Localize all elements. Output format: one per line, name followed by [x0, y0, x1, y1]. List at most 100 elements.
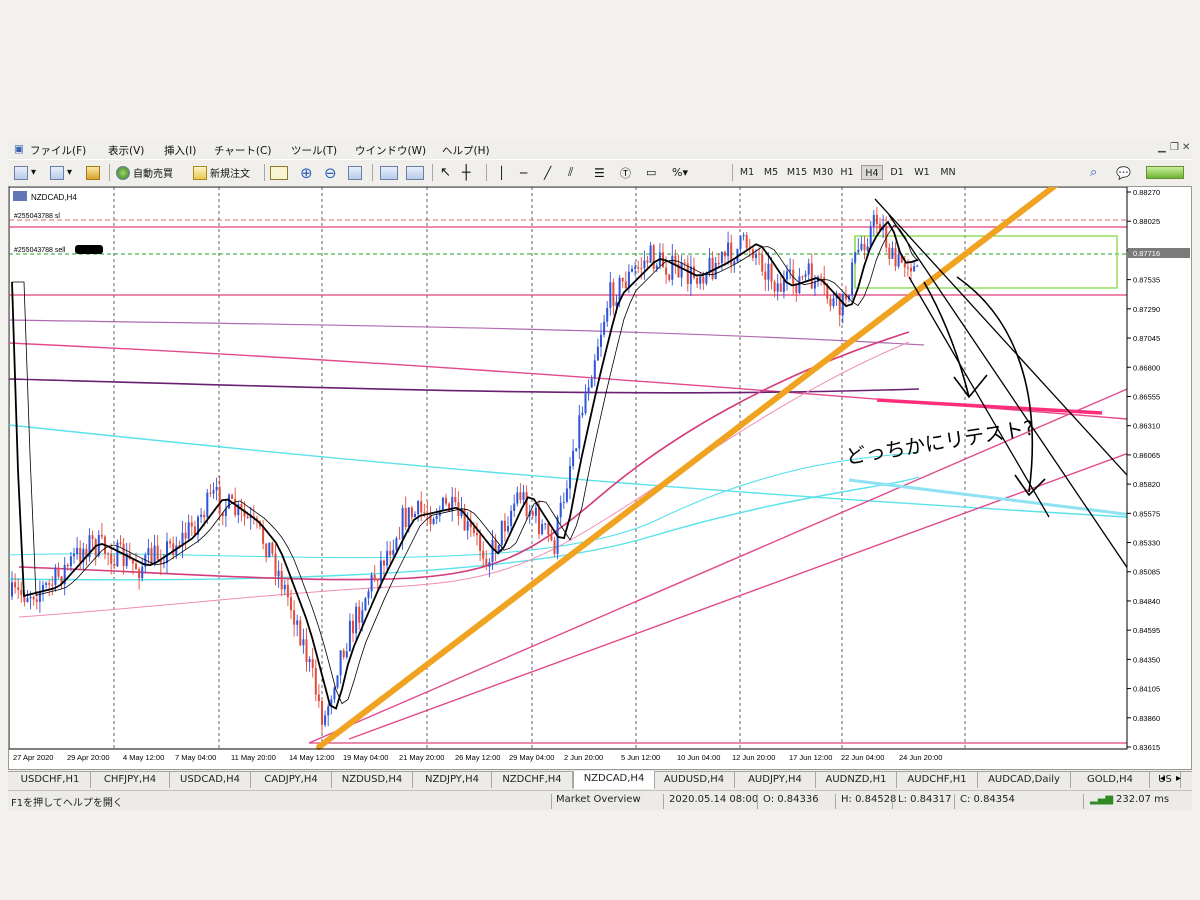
chart-tab-nzdchf-h4[interactable]: NZDCHF,H4: [492, 772, 573, 788]
text-tool-button[interactable]: Ⓣ: [620, 164, 631, 181]
chart-tab-gold-h4[interactable]: GOLD,H4: [1071, 772, 1150, 788]
candle-body-248: [779, 283, 782, 292]
menu-window[interactable]: ウインドウ(W): [355, 143, 426, 158]
candle-body-1: [14, 582, 17, 588]
timeframe-mn[interactable]: MN: [938, 165, 958, 180]
zoom-out-button[interactable]: ⊖: [324, 164, 337, 182]
price-tick-label-0: 0.88270: [1133, 188, 1160, 197]
chart-tab-audnzd-h1[interactable]: AUDNZD,H1: [816, 772, 897, 788]
price-tick-label-13: 0.85085: [1133, 568, 1160, 577]
chart-tab-nzdjpy-h4[interactable]: NZDJPY,H4: [413, 772, 492, 788]
candle-body-102: [327, 706, 330, 716]
candle-body-162: [513, 503, 516, 511]
search-button[interactable]: ⌕: [1090, 164, 1097, 181]
candle-body-67: [218, 486, 221, 513]
candle-body-194: [612, 282, 615, 306]
candle-body-225: [708, 257, 711, 273]
shapes-button[interactable]: %▾: [672, 164, 688, 181]
candle-body-251: [789, 269, 792, 272]
auto-trade-button[interactable]: 自動売買: [116, 164, 173, 181]
profiles-button[interactable]: ▾: [50, 164, 72, 181]
menu-tools[interactable]: ツール(T): [291, 143, 337, 158]
restore-icon[interactable]: ❐: [1170, 142, 1179, 153]
menu-chart[interactable]: チャート(C): [214, 143, 271, 158]
candle-body-131: [417, 501, 420, 515]
crosshair-button[interactable]: ┼: [462, 164, 470, 181]
timeframe-m30[interactable]: M30: [812, 165, 834, 180]
candle-body-64: [209, 492, 212, 494]
channel-button[interactable]: ⫽: [568, 164, 573, 181]
chart-tab-audchf-h1[interactable]: AUDCHF,H1: [897, 772, 978, 788]
new-order-button[interactable]: 新規注文: [193, 164, 250, 181]
minimize-icon[interactable]: ▁: [1158, 142, 1166, 153]
connection-button[interactable]: [1146, 164, 1184, 181]
timeframe-m1[interactable]: M1: [738, 165, 756, 180]
chart-tab-chfjpy-h4[interactable]: CHFJPY,H4: [91, 772, 170, 788]
candle-body-235: [739, 236, 742, 249]
candle-body-204: [643, 260, 646, 269]
vertical-line-button[interactable]: │: [498, 164, 505, 181]
candle-body-181: [572, 450, 575, 466]
candle-body-117: [373, 574, 376, 580]
candle-body-11: [45, 583, 48, 585]
candle-body-227: [714, 263, 717, 280]
bar-chart-button[interactable]: [270, 164, 291, 181]
menu-insert[interactable]: 挿入(I): [164, 143, 196, 158]
candle-body-160: [507, 526, 509, 532]
horizontal-line-button[interactable]: ─: [520, 164, 527, 181]
timeframe-w1[interactable]: W1: [912, 165, 932, 180]
timeframe-m15[interactable]: M15: [786, 165, 808, 180]
text-tool-icon: Ⓣ: [620, 166, 631, 180]
status-open: O: 0.84336: [763, 794, 819, 805]
candle-body-19: [69, 556, 72, 567]
candle-body-152: [482, 550, 485, 559]
data-window-icon: [86, 165, 100, 180]
candle-body-255: [801, 276, 804, 278]
candle-body-101: [324, 715, 327, 725]
trendline-button[interactable]: ╱: [544, 164, 551, 181]
status-profile[interactable]: Market Overview: [556, 794, 641, 805]
chart-tab-audjpy-h4[interactable]: AUDJPY,H4: [735, 772, 816, 788]
zoom-in-button[interactable]: ⊕: [300, 164, 313, 182]
tab-scroll-left-icon[interactable]: ◂: [1160, 773, 1165, 784]
tile-windows-button[interactable]: [348, 164, 365, 181]
timeframe-h4[interactable]: H4: [861, 165, 883, 180]
chart-tab-nzdusd-h4[interactable]: NZDUSD,H4: [332, 772, 413, 788]
chart-shift-button[interactable]: [380, 164, 401, 181]
new-chart-button[interactable]: ▾: [14, 164, 36, 181]
chart-tab-usdcad-h4[interactable]: USDCAD,H4: [170, 772, 251, 788]
tab-scroll-right-icon[interactable]: ▸: [1176, 773, 1181, 784]
candle-body-276: [866, 246, 869, 251]
chart-tab-nzdcad-h4[interactable]: NZDCAD,H4: [573, 771, 655, 789]
candle-body-190: [600, 334, 602, 347]
chart-area[interactable]: NZDCAD,H4 #255043788 sl #255043788 sell どっち…: [8, 140, 1192, 770]
app-icon[interactable]: ▣: [14, 143, 24, 155]
chart-tab-audcad-daily[interactable]: AUDCAD,Daily: [978, 772, 1071, 788]
time-tick-label-2: 4 May 12:00: [123, 753, 164, 762]
price-chart[interactable]: NZDCAD,H4#255043788 sl#255043788 sellどっち…: [8, 140, 1191, 769]
candle-body-183: [578, 415, 581, 449]
menu-file[interactable]: ファイル(F): [30, 143, 86, 158]
chart-tab-cadjpy-h4[interactable]: CADJPY,H4: [251, 772, 332, 788]
menu-help[interactable]: ヘルプ(H): [442, 143, 490, 158]
chat-button[interactable]: 💬: [1116, 164, 1131, 181]
cursor-icon: ↖: [440, 165, 451, 180]
fibonacci-icon: ☰: [594, 165, 605, 180]
timeframe-m5[interactable]: M5: [762, 165, 780, 180]
autoscroll-button[interactable]: [406, 164, 427, 181]
vertical-line-icon: │: [498, 165, 506, 180]
menu-view[interactable]: 表示(V): [108, 143, 144, 158]
data-window-button[interactable]: [86, 164, 103, 181]
close-icon[interactable]: ✕: [1182, 142, 1190, 153]
fibonacci-button[interactable]: ☰: [594, 164, 605, 181]
timeframe-d1[interactable]: D1: [888, 165, 906, 180]
candle-body-177: [559, 502, 562, 518]
cursor-button[interactable]: ↖: [440, 164, 451, 181]
candle-body-173: [547, 523, 550, 535]
candle-body-197: [621, 277, 624, 282]
label-tool-button[interactable]: ▭: [646, 164, 656, 181]
chart-tab-usdchf-h1[interactable]: USDCHF,H1: [10, 772, 91, 788]
candle-body-158: [500, 520, 503, 546]
timeframe-h1[interactable]: H1: [838, 165, 856, 180]
chart-tab-audusd-h4[interactable]: AUDUSD,H4: [654, 772, 735, 788]
